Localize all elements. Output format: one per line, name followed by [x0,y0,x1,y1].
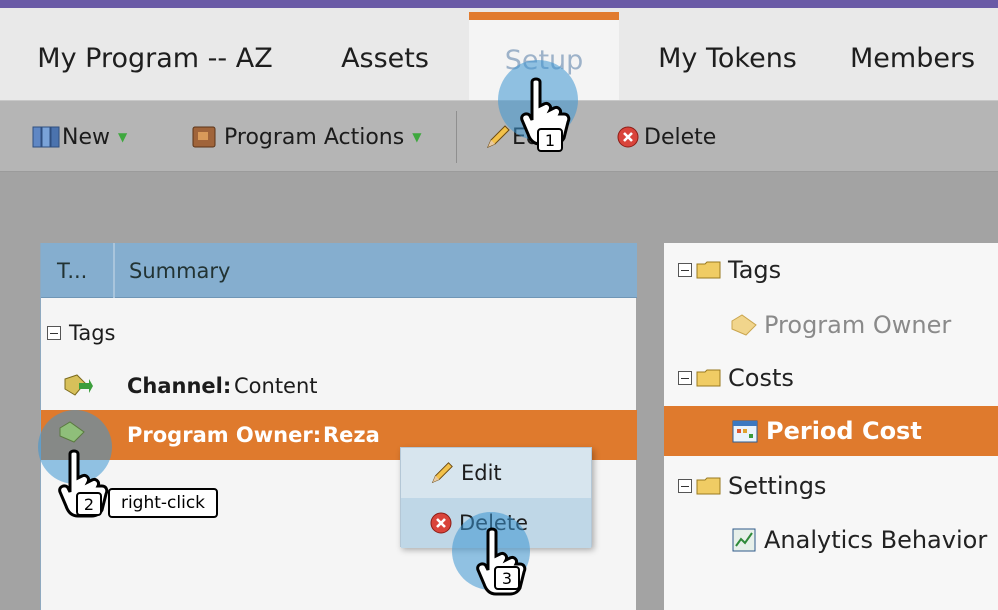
context-edit-label: Edit [461,461,502,485]
folder-icon [696,369,721,387]
toolbar-separator [456,111,457,163]
top-accent-bar [0,0,998,8]
group-row-tags[interactable]: Tags [41,313,637,353]
collapse-icon[interactable] [678,371,692,385]
tree-program-owner-label: Program Owner [764,311,952,339]
analytics-icon [732,528,756,552]
tree-costs-label: Costs [728,364,794,392]
delete-x-icon [430,512,452,534]
column-type-header[interactable]: T... [57,259,87,283]
folder-icon [696,477,721,495]
delete-x-icon [617,126,639,148]
row-key: Channel: [127,374,232,398]
column-divider[interactable] [113,243,115,298]
tag-arrow-icon [64,374,93,396]
delete-button[interactable]: Delete [616,121,716,153]
row-value: Reza [323,423,380,447]
grid-header: T... Summary [41,243,637,298]
briefcase-icon [192,126,216,148]
tree-period-cost-label: Period Cost [766,417,922,445]
program-actions-label: Program Actions [224,124,405,150]
right-click-label: right-click [108,488,218,518]
tree-analytics-label: Analytics Behavior [764,526,988,554]
step-1-badge: 1 [537,128,563,152]
tab-my-program[interactable]: My Program -- AZ [20,16,290,100]
tags-grid-panel: T... Summary Tags Channel: Content Progr… [40,243,637,610]
delete-label: Delete [644,124,717,150]
tree-node-program-owner[interactable]: Program Owner [664,300,998,350]
setup-tree-panel: Tags Program Owner Costs Period Cost Set… [664,243,998,610]
app-window: My Program -- AZ Assets Setup My Tokens … [0,0,998,610]
context-edit-item[interactable]: Edit [401,448,591,498]
tab-members[interactable]: Members [850,16,998,100]
tab-bar: My Program -- AZ Assets Setup My Tokens … [0,8,998,100]
tree-node-settings[interactable]: Settings [664,461,998,511]
calendar-icon [732,420,758,443]
new-button[interactable]: New ▼ [32,121,127,153]
pencil-icon [431,462,453,484]
tree-settings-label: Settings [728,472,827,500]
group-tags-label: Tags [69,321,116,345]
step-3-badge: 3 [494,566,520,590]
tree-node-tags[interactable]: Tags [664,245,998,295]
dropdown-arrow-icon: ▼ [412,130,422,144]
folder-icon [696,261,721,279]
row-value: Content [234,374,318,398]
step-2-badge: 2 [76,492,102,516]
tree-node-costs[interactable]: Costs [664,353,998,403]
program-actions-button[interactable]: Program Actions ▼ [190,121,421,153]
book-icon [32,126,60,148]
column-summary-header[interactable]: Summary [129,259,230,283]
dropdown-arrow-icon: ▼ [118,130,128,144]
tag-icon [731,314,757,336]
tag-icon [59,421,85,443]
tab-assets[interactable]: Assets [320,16,450,100]
table-row[interactable]: Channel: Content [41,361,637,411]
collapse-icon[interactable] [47,326,61,340]
tree-tags-label: Tags [728,256,782,284]
row-key: Program Owner: [127,423,322,447]
new-label: New [62,124,110,150]
tree-node-analytics[interactable]: Analytics Behavior [664,515,998,565]
collapse-icon[interactable] [678,263,692,277]
collapse-icon[interactable] [678,479,692,493]
tab-my-tokens[interactable]: My Tokens [640,16,815,100]
tree-node-period-cost[interactable]: Period Cost [664,406,998,456]
